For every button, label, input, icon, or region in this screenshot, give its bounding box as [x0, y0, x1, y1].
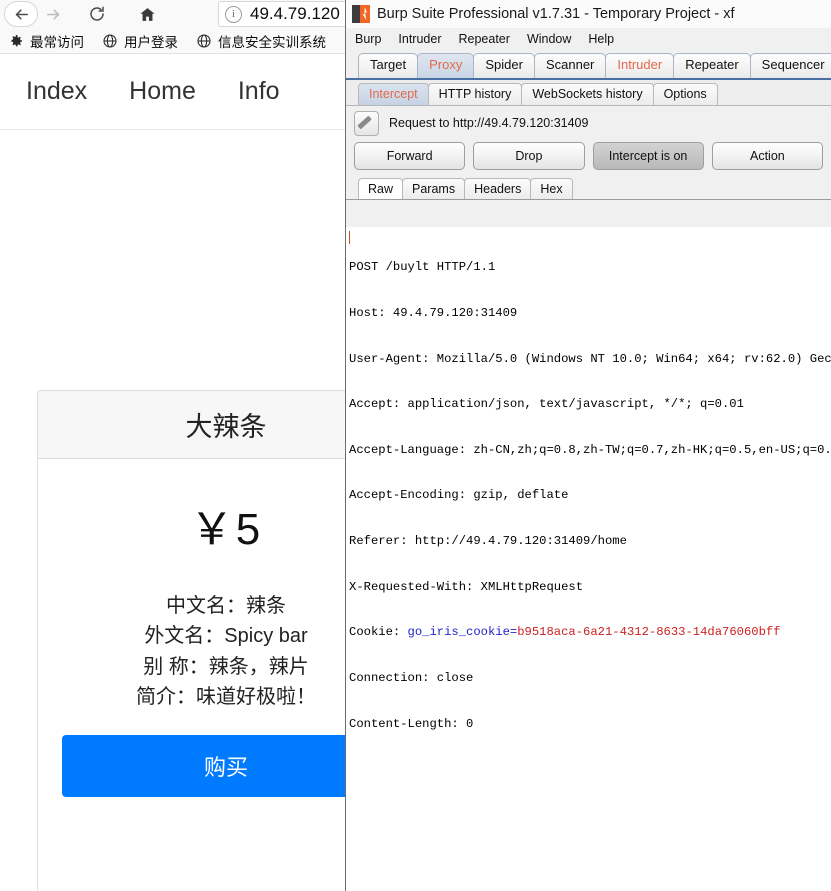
header-referer: Referer: http://49.4.79.120:31409/home — [349, 534, 627, 549]
drop-button[interactable]: Drop — [473, 142, 585, 170]
menu-item-repeater[interactable]: Repeater — [456, 31, 513, 47]
header-content-length: Content-Length: 0 — [349, 716, 474, 731]
buy-button[interactable]: 购买 — [62, 734, 390, 797]
raw-request-text: POST /buylt HTTP/1.1 Host: 49.4.79.120:3… — [346, 227, 831, 762]
pencil-icon[interactable] — [354, 110, 379, 136]
action-button[interactable]: Action — [711, 142, 823, 170]
burp-window-title: Burp Suite Professional v1.7.31 - Tempor… — [377, 6, 735, 22]
burp-proxy-tabs: Intercept HTTP history WebSockets histor… — [346, 80, 831, 106]
cookie-name: go_iris_cookie= — [407, 625, 518, 640]
header-host: Host: 49.4.79.120:31409 — [349, 306, 518, 321]
tab-params[interactable]: Params — [402, 177, 466, 199]
request-info-bar: Request to http://49.4.79.120:31409 — [346, 106, 831, 140]
bookmark-most-visited[interactable]: 最常访问 — [8, 31, 84, 51]
burp-logo-icon — [352, 5, 370, 23]
bookmark-user-login[interactable]: 用户登录 — [102, 31, 178, 51]
header-x-requested-with: X-Requested-With: XMLHttpRequest — [349, 579, 584, 594]
bookmark-infosec-system[interactable]: 信息安全实训系统 — [196, 31, 326, 51]
tab-scanner[interactable]: Scanner — [533, 53, 607, 78]
tab-http-history[interactable]: HTTP history — [427, 82, 523, 105]
menu-item-help[interactable]: Help — [585, 31, 617, 47]
forward-arrow-icon[interactable] — [38, 1, 68, 27]
menu-item-window[interactable]: Window — [524, 31, 574, 47]
nav-link-info[interactable]: Info — [238, 77, 280, 106]
header-accept-language: Accept-Language: zh-CN,zh;q=0.8,zh-TW;q=… — [349, 442, 831, 457]
nav-link-home[interactable]: Home — [129, 77, 196, 106]
gear-icon — [8, 33, 24, 49]
burp-title-bar: Burp Suite Professional v1.7.31 - Tempor… — [346, 0, 831, 28]
tab-intruder[interactable]: Intruder — [605, 53, 675, 78]
request-line: POST /buylt HTTP/1.1 — [349, 260, 496, 275]
raw-request-editor[interactable]: POST /buylt HTTP/1.1 Host: 49.4.79.120:3… — [346, 227, 831, 891]
tab-options[interactable]: Options — [652, 82, 718, 105]
tab-hex[interactable]: Hex — [530, 177, 573, 199]
menu-item-intruder[interactable]: Intruder — [395, 31, 444, 47]
bookmark-label: 信息安全实训系统 — [218, 34, 326, 50]
tab-target[interactable]: Target — [358, 53, 419, 78]
tab-sequencer[interactable]: Sequencer — [749, 53, 831, 78]
header-cookie: Cookie: go_iris_cookie=b9518aca-6a21-431… — [349, 625, 831, 640]
back-arrow-icon[interactable] — [4, 1, 38, 27]
tab-spider[interactable]: Spider — [473, 53, 535, 78]
burp-suite-window: Burp Suite Professional v1.7.31 - Tempor… — [345, 0, 831, 891]
burp-menu-bar: Burp Intruder Repeater Window Help — [346, 28, 831, 50]
forward-button[interactable]: Forward — [354, 142, 466, 170]
nav-link-index[interactable]: Index — [26, 77, 87, 106]
cookie-prefix: Cookie: — [349, 625, 408, 640]
url-text: 49.4.79.120 — [250, 4, 340, 23]
burp-view-tabs: Raw Params Headers Hex — [346, 176, 831, 200]
header-accept: Accept: application/json, text/javascrip… — [349, 397, 744, 412]
info-circle-icon: i — [225, 5, 242, 23]
header-accept-encoding: Accept-Encoding: gzip, deflate — [349, 488, 569, 503]
text-caret — [349, 231, 350, 244]
tab-headers[interactable]: Headers — [464, 177, 532, 199]
globe-icon — [102, 33, 118, 49]
request-target-label: Request to http://49.4.79.120:31409 — [389, 116, 589, 130]
tab-proxy[interactable]: Proxy — [417, 53, 475, 78]
tab-raw[interactable]: Raw — [358, 177, 404, 199]
header-user-agent: User-Agent: Mozilla/5.0 (Windows NT 10.0… — [349, 351, 831, 366]
tab-intercept[interactable]: Intercept — [358, 82, 429, 105]
tab-websockets-history[interactable]: WebSockets history — [521, 82, 654, 105]
home-icon[interactable] — [132, 1, 162, 27]
burp-main-tabs: Target Proxy Spider Scanner Intruder Rep… — [346, 50, 831, 80]
intercept-toggle-button[interactable]: Intercept is on — [592, 142, 704, 170]
tab-repeater[interactable]: Repeater — [673, 53, 751, 78]
bookmark-label: 用户登录 — [124, 34, 178, 50]
globe-icon — [196, 33, 212, 49]
bookmark-label: 最常访问 — [30, 34, 84, 50]
intercept-button-row: Forward Drop Intercept is on Action — [346, 140, 831, 176]
menu-item-burp[interactable]: Burp — [352, 31, 384, 47]
cookie-value: b9518aca-6a21-4312-8633-14da76060bff — [517, 625, 781, 640]
header-connection: Connection: close — [349, 670, 474, 685]
reload-icon[interactable] — [82, 1, 112, 27]
